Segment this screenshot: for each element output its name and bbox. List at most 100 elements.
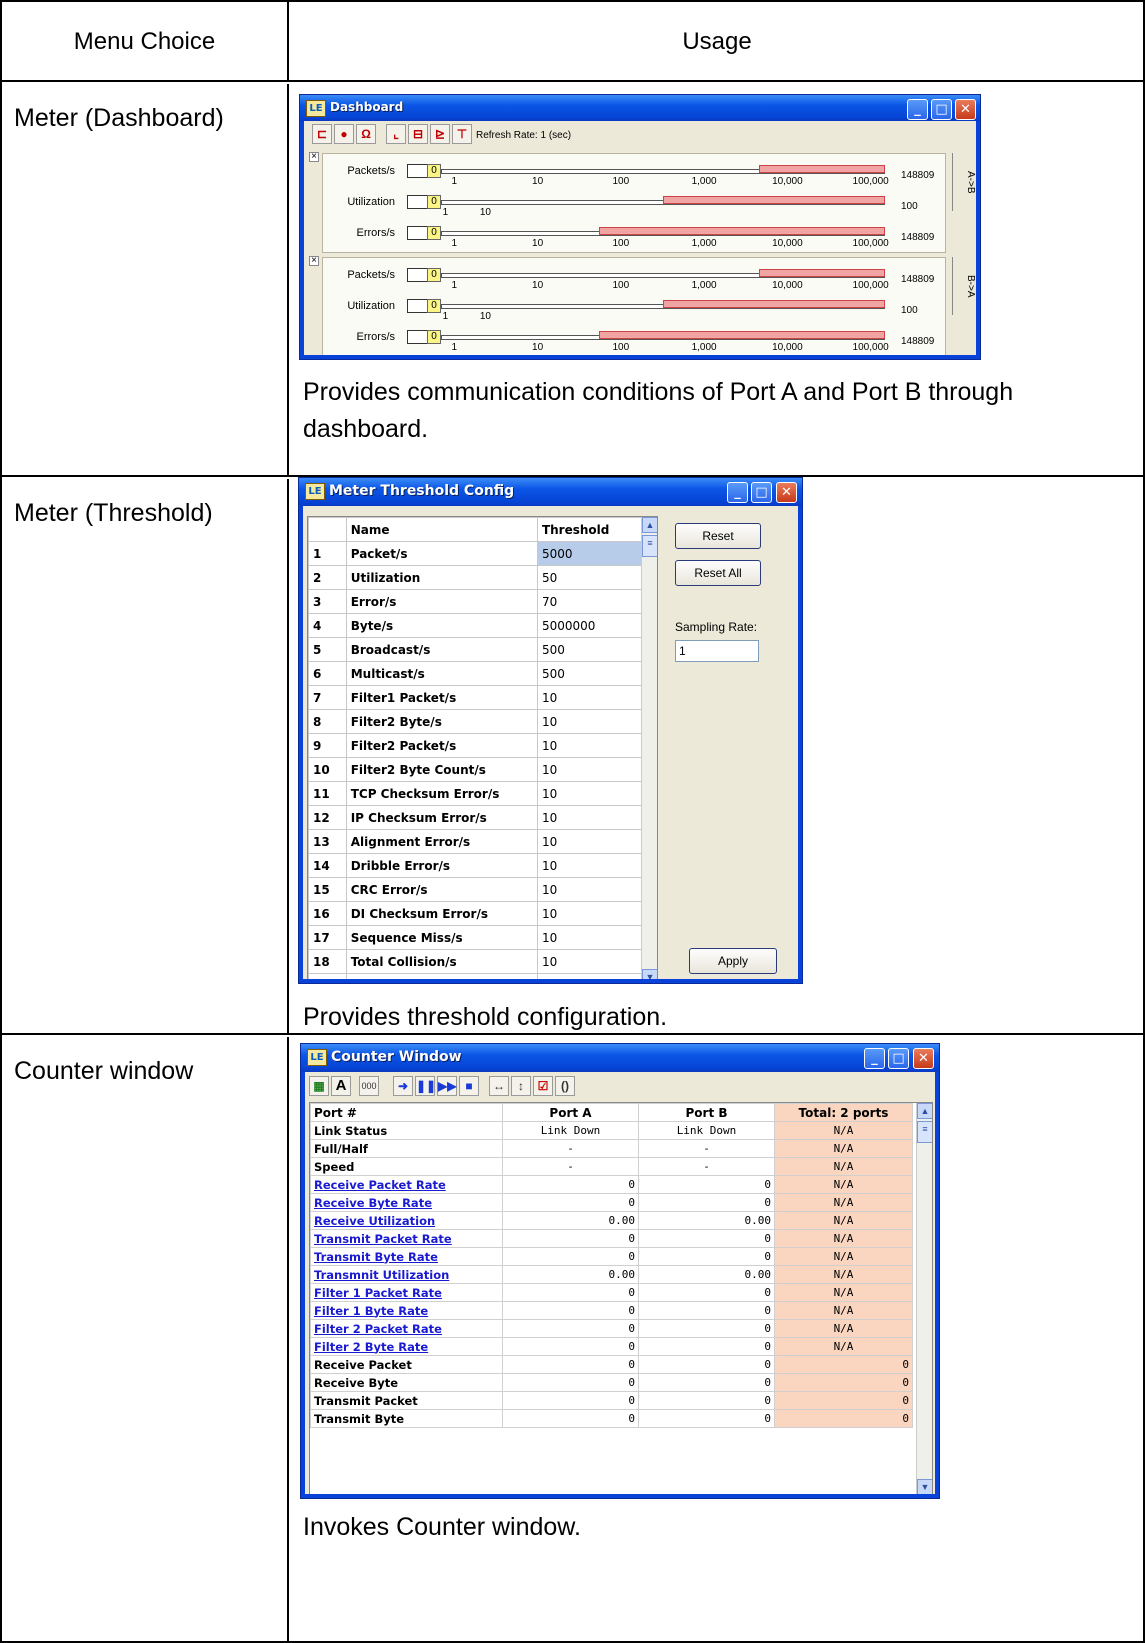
vertical-scrollbar[interactable]: ▲ ≡ ▼: [916, 1103, 932, 1494]
threshold-row[interactable]: 6 Multicast/s 500: [308, 661, 657, 686]
scroll-down-icon[interactable]: ▼: [917, 1479, 932, 1494]
threshold-value[interactable]: 10: [536, 685, 657, 710]
counter-name[interactable]: Filter 2 Packet Rate: [310, 1319, 503, 1338]
threshold-row[interactable]: 17 Sequence Miss/s 10: [308, 925, 657, 950]
chart-icon[interactable]: ⊏: [312, 124, 332, 144]
threshold-value[interactable]: 10: [536, 733, 657, 758]
counter-name[interactable]: Receive Packet Rate: [310, 1175, 503, 1194]
threshold-row[interactable]: 12 IP Checksum Error/s 10: [308, 805, 657, 830]
counter-name[interactable]: Receive Byte Rate: [310, 1193, 503, 1212]
threshold-value[interactable]: 70: [536, 589, 657, 614]
threshold-value[interactable]: 10: [536, 709, 657, 734]
close-button[interactable]: ✕: [913, 1048, 934, 1069]
threshold-value[interactable]: 10: [536, 829, 657, 854]
minimize-button[interactable]: _: [907, 99, 928, 120]
counter-name[interactable]: Filter 1 Byte Rate: [310, 1301, 503, 1320]
threshold-row[interactable]: 1 Packet/s 5000: [308, 541, 657, 566]
threshold-row[interactable]: 4 Byte/s 5000000: [308, 613, 657, 638]
fast-forward-icon[interactable]: ▶▶: [437, 1076, 457, 1096]
threshold-row[interactable]: 19Single Collision/s10: [308, 973, 657, 979]
threshold-row[interactable]: 3 Error/s 70: [308, 589, 657, 614]
apply-button[interactable]: Apply: [689, 948, 777, 974]
scroll-thumb[interactable]: ≡: [917, 1121, 932, 1143]
threshold-value[interactable]: 50: [536, 565, 657, 590]
threshold-row[interactable]: 14 Dribble Error/s 10: [308, 853, 657, 878]
threshold-row[interactable]: 5 Broadcast/s 500: [308, 637, 657, 662]
threshold-value[interactable]: 10: [536, 949, 657, 974]
split-icon[interactable]: ⊟: [408, 124, 428, 144]
maximize-button[interactable]: □: [751, 482, 772, 503]
panel-tab[interactable]: A->B: [952, 153, 976, 211]
counter-name[interactable]: Filter 2 Byte Rate: [310, 1337, 503, 1356]
counter-name[interactable]: Receive Utilization: [310, 1211, 503, 1230]
scroll-up-icon[interactable]: ▲: [642, 517, 657, 533]
threshold-value[interactable]: 5000: [536, 541, 657, 566]
row-height-icon[interactable]: ↕: [511, 1076, 531, 1096]
counter-name[interactable]: Filter 1 Packet Rate: [310, 1283, 503, 1302]
excel-export-icon[interactable]: ▦: [309, 1076, 329, 1096]
scroll-up-icon[interactable]: ▲: [917, 1103, 932, 1119]
reset-all-button[interactable]: Reset All: [675, 560, 761, 586]
threshold-value[interactable]: 10: [536, 805, 657, 830]
threshold-row[interactable]: 11 TCP Checksum Error/s 10: [308, 781, 657, 806]
window-titlebar[interactable]: LE Counter Window _ □ ✕: [301, 1044, 939, 1072]
stop-icon[interactable]: ■: [459, 1076, 479, 1096]
grid-header-row: Name Threshold: [308, 517, 657, 542]
threshold-row[interactable]: 16 DI Checksum Error/s 10: [308, 901, 657, 926]
record-icon[interactable]: ●: [334, 124, 354, 144]
ohm-icon[interactable]: Ω: [356, 124, 376, 144]
panel-close-icon[interactable]: ×: [309, 256, 319, 266]
pin-icon[interactable]: ⊤: [452, 124, 472, 144]
threshold-value[interactable]: 10: [536, 901, 657, 926]
threshold-value[interactable]: 10: [536, 781, 657, 806]
threshold-row[interactable]: 8 Filter2 Byte/s 10: [308, 709, 657, 734]
threshold-row[interactable]: 9 Filter2 Packet/s 10: [308, 733, 657, 758]
sampling-rate-input[interactable]: 1: [675, 640, 759, 662]
threshold-value[interactable]: 500: [536, 661, 657, 686]
threshold-row[interactable]: 18 Total Collision/s 10: [308, 949, 657, 974]
gauge-alarm-zone: [758, 165, 885, 173]
counter-name[interactable]: Transmit Packet Rate: [310, 1229, 503, 1248]
settings-chart-icon[interactable]: ⊵: [430, 124, 450, 144]
counter-name[interactable]: Transmnit Utilization: [310, 1265, 503, 1284]
threshold-value[interactable]: 10: [536, 853, 657, 878]
minimize-button[interactable]: _: [864, 1048, 885, 1069]
checklist-icon[interactable]: ☑: [533, 1076, 553, 1096]
line-chart-icon[interactable]: ⌞: [386, 124, 406, 144]
threshold-row[interactable]: 15 CRC Error/s 10: [308, 877, 657, 902]
usage-description: Invokes Counter window.: [303, 1513, 581, 1541]
vertical-scrollbar[interactable]: ▲ ≡ ▼: [641, 517, 657, 979]
font-icon[interactable]: A: [331, 1076, 351, 1096]
counter-name[interactable]: Transmit Byte Rate: [310, 1247, 503, 1266]
start-arrow-icon[interactable]: ➜: [393, 1076, 413, 1096]
threshold-row[interactable]: 13 Alignment Error/s 10: [308, 829, 657, 854]
threshold-row[interactable]: 10 Filter2 Byte Count/s 10: [308, 757, 657, 782]
panel-close-icon[interactable]: ×: [309, 152, 319, 162]
pause-icon[interactable]: ❚❚: [415, 1076, 436, 1096]
threshold-value[interactable]: 500: [536, 637, 657, 662]
maximize-button[interactable]: □: [931, 99, 952, 120]
close-button[interactable]: ✕: [955, 99, 976, 120]
column-width-icon[interactable]: ↔: [489, 1076, 509, 1096]
threshold-row[interactable]: 7 Filter1 Packet/s 10: [308, 685, 657, 710]
threshold-value[interactable]: 10: [536, 973, 657, 979]
scroll-down-icon[interactable]: ▼: [642, 969, 657, 979]
menu-choice-label: Counter window: [14, 1057, 194, 1085]
panel-tab[interactable]: B->A: [952, 257, 976, 315]
minimize-button[interactable]: _: [727, 482, 748, 503]
reset-button[interactable]: Reset: [675, 523, 761, 549]
scroll-thumb[interactable]: ≡: [642, 535, 657, 557]
usage-cell: LE Meter Threshold Config _ □ ✕ Name Thre…: [291, 477, 1143, 1033]
maximize-button[interactable]: □: [888, 1048, 909, 1069]
window-titlebar[interactable]: LE Dashboard _ □ ✕: [300, 95, 980, 121]
gauge-tick-label: 1: [451, 342, 458, 353]
window-titlebar[interactable]: LE Meter Threshold Config _ □ ✕: [299, 478, 802, 506]
number-format-icon[interactable]: 000: [359, 1076, 379, 1096]
brackets-icon[interactable]: (): [555, 1076, 575, 1096]
threshold-value[interactable]: 10: [536, 925, 657, 950]
threshold-value[interactable]: 10: [536, 757, 657, 782]
threshold-value[interactable]: 10: [536, 877, 657, 902]
threshold-row[interactable]: 2 Utilization 50: [308, 565, 657, 590]
threshold-value[interactable]: 5000000: [536, 613, 657, 638]
close-button[interactable]: ✕: [776, 482, 797, 503]
